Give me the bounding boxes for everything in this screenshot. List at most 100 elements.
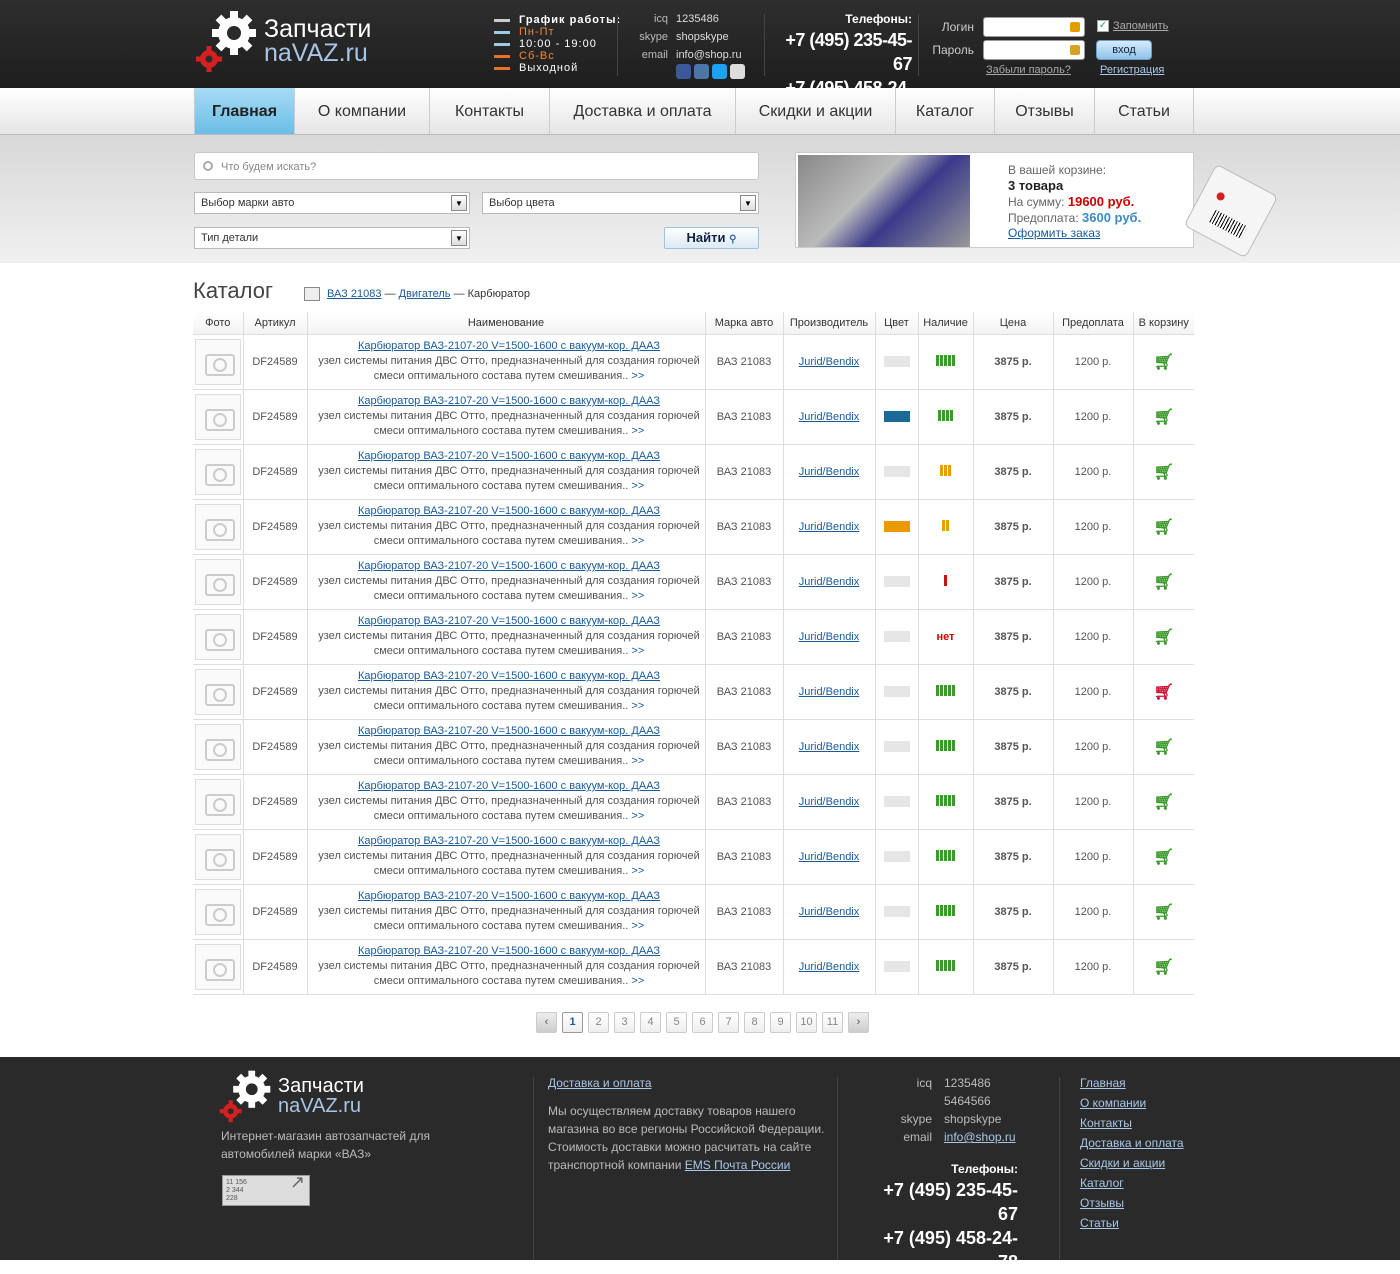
footer-link-articles[interactable]: Статьи (1080, 1216, 1119, 1230)
chevron-down-icon[interactable]: ▼ (451, 195, 467, 211)
footer-link-delivery[interactable]: Доставка и оплата (1080, 1136, 1184, 1150)
camera-icon[interactable] (194, 558, 241, 605)
footer-link-contacts[interactable]: Контакты (1080, 1116, 1132, 1130)
add-to-cart-icon[interactable]: 🛒︎ (1154, 464, 1174, 481)
add-to-cart-icon[interactable]: 🛒︎ (1154, 684, 1174, 701)
nav-item-delivery[interactable]: Доставка и оплата (550, 88, 736, 134)
footer-link-home[interactable]: Главная (1080, 1076, 1126, 1090)
chevron-down-icon[interactable]: ▼ (451, 230, 467, 246)
maker-link[interactable]: Jurid/Bendix (799, 961, 860, 973)
page-button[interactable]: 5 (666, 1012, 687, 1033)
more-link[interactable]: >> (631, 370, 644, 382)
more-link[interactable]: >> (631, 425, 644, 437)
more-link[interactable]: >> (631, 645, 644, 657)
more-link[interactable]: >> (631, 810, 644, 822)
maker-link[interactable]: Jurid/Bendix (799, 466, 860, 478)
page-button[interactable]: 1 (562, 1012, 583, 1033)
twitter-icon[interactable] (712, 64, 727, 79)
phone-1[interactable]: +7 (495) 235-45-67 (770, 28, 912, 76)
find-button[interactable]: Найти ⚲ (664, 227, 759, 249)
search-input[interactable]: Что будем искать? (194, 152, 759, 180)
camera-icon[interactable] (194, 338, 241, 385)
visit-counter[interactable]: 11 156 2 344 228 ↗ (222, 1173, 310, 1206)
nav-item-home[interactable]: Главная (195, 88, 295, 134)
footer-link-discounts[interactable]: Скидки и акции (1080, 1156, 1165, 1170)
add-to-cart-icon[interactable]: 🛒︎ (1154, 904, 1174, 921)
product-link[interactable]: Карбюратор ВАЗ-2107-20 V=1500-1600 с вак… (358, 560, 660, 572)
product-link[interactable]: Карбюратор ВАЗ-2107-20 V=1500-1600 с вак… (358, 945, 660, 957)
maker-link[interactable]: Jurid/Bendix (799, 411, 860, 423)
product-link[interactable]: Карбюратор ВАЗ-2107-20 V=1500-1600 с вак… (358, 890, 660, 902)
login-button[interactable]: вход (1096, 40, 1152, 60)
more-link[interactable]: >> (631, 480, 644, 492)
more-link[interactable]: >> (631, 700, 644, 712)
camera-icon[interactable] (194, 778, 241, 825)
product-link[interactable]: Карбюратор ВАЗ-2107-20 V=1500-1600 с вак… (358, 505, 660, 517)
more-link[interactable]: >> (631, 590, 644, 602)
maker-link[interactable]: Jurid/Bendix (799, 686, 860, 698)
product-link[interactable]: Карбюратор ВАЗ-2107-20 V=1500-1600 с вак… (358, 725, 660, 737)
page-button[interactable]: 3 (614, 1012, 635, 1033)
footer-logo[interactable]: Запчасти naVAZ.ru (218, 1069, 364, 1123)
page-button[interactable]: 10 (796, 1012, 817, 1033)
footer-phone-1[interactable]: +7 (495) 235-45-67 (870, 1178, 1018, 1226)
camera-icon[interactable] (194, 448, 241, 495)
logo[interactable]: Запчасти naVAZ.ru (194, 9, 371, 73)
more-link[interactable]: >> (631, 535, 644, 547)
product-link[interactable]: Карбюратор ВАЗ-2107-20 V=1500-1600 с вак… (358, 395, 660, 407)
more-link[interactable]: >> (631, 755, 644, 767)
product-link[interactable]: Карбюратор ВАЗ-2107-20 V=1500-1600 с вак… (358, 780, 660, 792)
product-link[interactable]: Карбюратор ВАЗ-2107-20 V=1500-1600 с вак… (358, 340, 660, 352)
breadcrumb-car[interactable]: ВАЗ 21083 (327, 288, 381, 300)
nav-item-discounts[interactable]: Скидки и акции (736, 88, 896, 134)
footer-link-about[interactable]: О компании (1080, 1096, 1146, 1110)
product-link[interactable]: Карбюратор ВАЗ-2107-20 V=1500-1600 с вак… (358, 450, 660, 462)
footer-delivery-link[interactable]: Доставка и оплата (548, 1076, 652, 1090)
ems-link[interactable]: EMS Почта России (685, 1158, 791, 1172)
prev-page-icon[interactable]: ‹ (536, 1012, 557, 1033)
maker-link[interactable]: Jurid/Bendix (799, 631, 860, 643)
camera-icon[interactable] (194, 503, 241, 550)
page-button[interactable]: 7 (718, 1012, 739, 1033)
facebook-icon[interactable] (676, 64, 691, 79)
page-button[interactable]: 11 (822, 1012, 843, 1033)
login-input[interactable] (983, 17, 1085, 37)
mail-icon[interactable] (730, 64, 745, 79)
page-button[interactable]: 6 (692, 1012, 713, 1033)
page-button[interactable]: 9 (770, 1012, 791, 1033)
add-to-cart-icon[interactable]: 🛒︎ (1154, 959, 1174, 976)
nav-item-about[interactable]: О компании (295, 88, 430, 134)
add-to-cart-icon[interactable]: 🛒︎ (1154, 354, 1174, 371)
camera-icon[interactable] (194, 668, 241, 715)
camera-icon[interactable] (194, 888, 241, 935)
footer-phone-2[interactable]: +7 (495) 458-24-78 (870, 1226, 1018, 1274)
forgot-password-link[interactable]: Забыли пароль? (986, 64, 1071, 76)
brand-select[interactable]: Выбор марки авто ▼ (194, 192, 470, 214)
maker-link[interactable]: Jurid/Bendix (799, 741, 860, 753)
footer-link-catalog[interactable]: Каталог (1080, 1176, 1124, 1190)
product-link[interactable]: Карбюратор ВАЗ-2107-20 V=1500-1600 с вак… (358, 615, 660, 627)
nav-item-catalog[interactable]: Каталог (896, 88, 995, 134)
breadcrumb-engine[interactable]: Двигатель (399, 288, 451, 300)
add-to-cart-icon[interactable]: 🛒︎ (1154, 409, 1174, 426)
page-button[interactable]: 4 (640, 1012, 661, 1033)
maker-link[interactable]: Jurid/Bendix (799, 796, 860, 808)
add-to-cart-icon[interactable]: 🛒︎ (1154, 849, 1174, 866)
checkout-link[interactable]: Оформить заказ (1008, 226, 1100, 240)
add-to-cart-icon[interactable]: 🛒︎ (1154, 574, 1174, 591)
product-link[interactable]: Карбюратор ВАЗ-2107-20 V=1500-1600 с вак… (358, 835, 660, 847)
page-button[interactable]: 8 (744, 1012, 765, 1033)
type-select[interactable]: Тип детали ▼ (194, 227, 470, 249)
nav-item-articles[interactable]: Статьи (1095, 88, 1194, 134)
camera-icon[interactable] (194, 613, 241, 660)
camera-icon[interactable] (194, 833, 241, 880)
footer-link-reviews[interactable]: Отзывы (1080, 1196, 1124, 1210)
add-to-cart-icon[interactable]: 🛒︎ (1154, 519, 1174, 536)
more-link[interactable]: >> (631, 975, 644, 987)
camera-icon[interactable] (194, 943, 241, 990)
password-input[interactable] (983, 40, 1085, 60)
email-value[interactable]: info@shop.ru (676, 46, 742, 64)
remember-label[interactable]: Запомнить (1113, 20, 1168, 32)
color-select[interactable]: Выбор цвета ▼ (482, 192, 759, 214)
register-link[interactable]: Регистрация (1100, 64, 1164, 76)
